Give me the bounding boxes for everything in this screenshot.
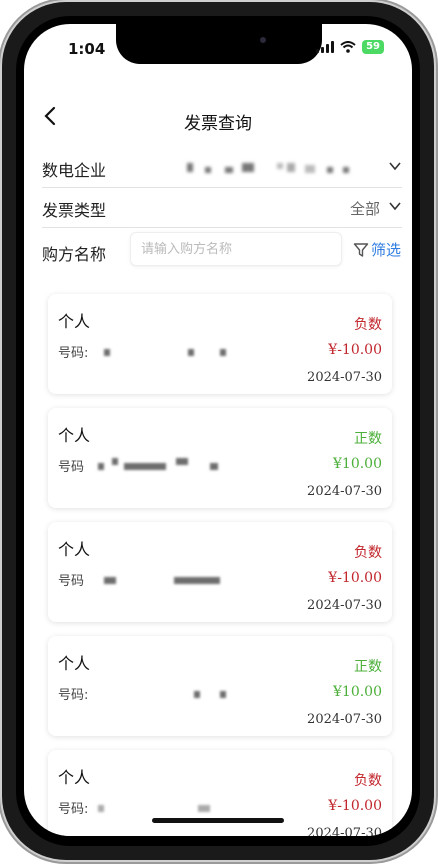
invoice-type-row[interactable]: 发票类型 全部 xyxy=(42,187,402,228)
redacted xyxy=(210,463,218,470)
invoice-type-label: 发票类型 xyxy=(42,201,107,220)
buyer-name: 个人 xyxy=(58,426,91,445)
company-row[interactable]: 数电企业 xyxy=(42,147,402,188)
phone-frame: 1:04 59 发票查询 数电企业 发票类型 全部 购方名称 请输入购方名称 筛… xyxy=(2,2,434,860)
invoice-amount: ¥10.00 xyxy=(333,456,382,472)
status-icons: 59 xyxy=(316,40,384,54)
buyer-name-input[interactable] xyxy=(130,232,342,266)
home-indicator[interactable] xyxy=(152,818,284,823)
buyer-name: 个人 xyxy=(58,768,91,787)
invoice-status: 正数 xyxy=(354,431,382,447)
invoice-type-value: 全部 xyxy=(349,200,380,218)
invoice-status: 负数 xyxy=(354,317,382,333)
invoice-amount: ¥-10.00 xyxy=(328,798,382,814)
chevron-down-icon xyxy=(389,162,401,171)
buyer-name-label: 购方名称 xyxy=(42,245,107,264)
camera xyxy=(260,37,266,43)
redacted xyxy=(98,805,104,812)
redacted xyxy=(188,349,194,356)
app-screen: 1:04 59 发票查询 数电企业 发票类型 全部 购方名称 请输入购方名称 筛… xyxy=(24,24,412,836)
signal-icon xyxy=(316,41,335,53)
buyer-name: 个人 xyxy=(58,654,91,673)
phone-bezel: 1:04 59 发票查询 数电企业 发票类型 全部 购方名称 请输入购方名称 筛… xyxy=(16,16,420,846)
invoice-date: 2024-07-30 xyxy=(307,826,382,836)
invoice-card[interactable]: 个人 号码: 负数 ¥-10.00 2024-07-30 xyxy=(48,294,392,394)
invoice-status: 正数 xyxy=(354,659,382,675)
filter-button[interactable]: 筛选 xyxy=(353,239,401,260)
invoice-amount: ¥-10.00 xyxy=(328,342,382,358)
redacted xyxy=(220,691,226,698)
redacted xyxy=(104,349,110,356)
redacted xyxy=(220,349,226,356)
wifi-icon xyxy=(340,41,356,53)
invoice-card[interactable]: 个人 号码: 负数 ¥-10.00 2024-07-30 xyxy=(48,750,392,836)
invoice-amount: ¥10.00 xyxy=(333,684,382,700)
filter-icon xyxy=(353,242,369,257)
page-title: 发票查询 xyxy=(184,114,252,134)
redacted xyxy=(198,805,210,812)
filter-label: 筛选 xyxy=(371,241,402,259)
invoice-number-label: 号码 xyxy=(58,574,85,589)
invoice-card[interactable]: 个人 号码 负数 ¥-10.00 2024-07-30 xyxy=(48,522,392,622)
invoice-amount: ¥-10.00 xyxy=(328,570,382,586)
invoice-date: 2024-07-30 xyxy=(307,712,382,727)
invoice-number-label: 号码: xyxy=(58,802,89,817)
chevron-down-icon xyxy=(389,202,401,211)
invoice-date: 2024-07-30 xyxy=(307,598,382,613)
redacted xyxy=(194,691,200,698)
notch xyxy=(116,24,322,64)
invoice-number-label: 号码: xyxy=(58,346,89,361)
invoice-card[interactable]: 个人 号码: 正数 ¥10.00 2024-07-30 xyxy=(48,636,392,736)
battery-icon: 59 xyxy=(362,40,384,54)
invoice-status: 负数 xyxy=(354,773,382,789)
status-time: 1:04 xyxy=(68,40,106,58)
company-value-redacted xyxy=(187,163,357,177)
invoice-status: 负数 xyxy=(354,545,382,561)
redacted xyxy=(124,463,166,470)
redacted xyxy=(104,577,116,584)
nav-bar: 发票查询 xyxy=(24,99,412,139)
invoice-number-label: 号码: xyxy=(58,688,89,703)
invoice-date: 2024-07-30 xyxy=(307,370,382,385)
invoice-card[interactable]: 个人 号码 正数 ¥10.00 2024-07-30 xyxy=(48,408,392,508)
redacted xyxy=(176,458,188,465)
redacted xyxy=(174,577,220,584)
invoice-number-label: 号码 xyxy=(58,460,85,475)
invoice-date: 2024-07-30 xyxy=(307,484,382,499)
buyer-search-row: 购方名称 筛选 xyxy=(42,231,408,271)
buyer-name: 个人 xyxy=(58,312,91,331)
buyer-name: 个人 xyxy=(58,540,91,559)
company-label: 数电企业 xyxy=(42,161,107,180)
redacted xyxy=(98,463,104,470)
redacted xyxy=(112,458,118,465)
